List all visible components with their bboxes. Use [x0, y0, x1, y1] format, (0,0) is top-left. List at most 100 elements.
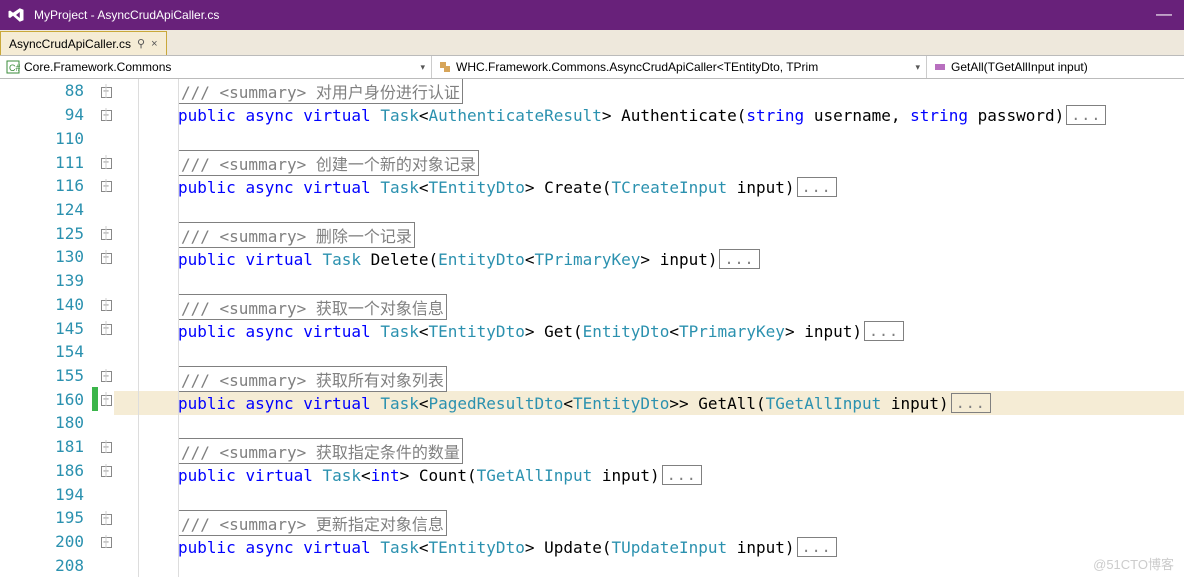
method-icon — [933, 60, 947, 74]
minimize-button[interactable]: — — [1150, 6, 1178, 24]
namespace-dropdown[interactable]: C# Core.Framework.Commons ▾ — [0, 56, 432, 78]
outline-toggle[interactable]: + — [98, 392, 114, 406]
xml-summary: /// <summary> 对用户身份进行认证 — [178, 79, 463, 104]
line-number: 140 — [0, 295, 92, 314]
outline-toggle[interactable]: + — [98, 84, 114, 98]
pin-icon[interactable]: ⚲ — [137, 37, 145, 50]
line-number: 181 — [0, 437, 92, 456]
code-line[interactable] — [114, 199, 1184, 223]
collapsed-region[interactable]: ... — [951, 393, 991, 413]
class-dropdown[interactable]: WHC.Framework.Commons.AsyncCrudApiCaller… — [432, 56, 927, 78]
code-line[interactable] — [114, 487, 1184, 511]
outline-toggle[interactable]: + — [98, 440, 114, 454]
line-number: 116 — [0, 176, 92, 195]
outline-toggle[interactable]: + — [98, 179, 114, 193]
collapsed-region[interactable]: ... — [662, 465, 702, 485]
gutter-row: 154 — [0, 340, 114, 364]
code-line[interactable]: /// <summary> 更新指定对象信息 — [114, 511, 1184, 535]
gutter-row: 125 + — [0, 221, 114, 245]
line-number: 160 — [0, 390, 92, 409]
namespace-label: Core.Framework.Commons — [24, 60, 171, 74]
navigation-bar: C# Core.Framework.Commons ▾ WHC.Framewor… — [0, 56, 1184, 79]
line-number: 110 — [0, 129, 92, 148]
member-dropdown[interactable]: GetAll(TGetAllInput input) — [927, 56, 1184, 78]
code-line[interactable]: public async virtual Task<TEntityDto> Up… — [114, 535, 1184, 559]
class-label: WHC.Framework.Commons.AsyncCrudApiCaller… — [456, 60, 818, 74]
gutter-row: 111 + — [0, 150, 114, 174]
gutter-row: 110 — [0, 126, 114, 150]
outline-toggle[interactable]: + — [98, 226, 114, 240]
line-number: 111 — [0, 153, 92, 172]
title-bar: MyProject - AsyncCrudApiCaller.cs — — [0, 0, 1184, 30]
code-line[interactable]: public virtual Task<int> Count(TGetAllIn… — [114, 463, 1184, 487]
line-number: 208 — [0, 556, 92, 575]
chevron-down-icon: ▾ — [915, 62, 920, 73]
code-line[interactable]: /// <summary> 对用户身份进行认证 — [114, 79, 1184, 103]
gutter-row: 181 + — [0, 435, 114, 459]
window-title: MyProject - AsyncCrudApiCaller.cs — [34, 8, 219, 22]
line-number: 145 — [0, 319, 92, 338]
code-line[interactable]: public virtual Task Delete(EntityDto<TPr… — [114, 247, 1184, 271]
gutter-row: 195 + — [0, 506, 114, 530]
member-label: GetAll(TGetAllInput input) — [951, 60, 1088, 74]
csharp-file-icon: C# — [6, 60, 20, 74]
gutter-row: 208 — [0, 553, 114, 577]
gutter-row: 130 + — [0, 245, 114, 269]
code-line[interactable]: /// <summary> 删除一个记录 — [114, 223, 1184, 247]
code-line[interactable]: /// <summary> 创建一个新的对象记录 — [114, 151, 1184, 175]
document-tab-strip: AsyncCrudApiCaller.cs ⚲ × — [0, 30, 1184, 56]
code-line[interactable] — [114, 271, 1184, 295]
outline-toggle[interactable]: + — [98, 535, 114, 549]
code-line[interactable]: /// <summary> 获取指定条件的数量 — [114, 439, 1184, 463]
outline-toggle[interactable]: + — [98, 155, 114, 169]
tab-label: AsyncCrudApiCaller.cs — [9, 37, 131, 51]
document-tab[interactable]: AsyncCrudApiCaller.cs ⚲ × — [0, 31, 167, 55]
collapsed-region[interactable]: ... — [797, 537, 837, 557]
code-line[interactable]: public async virtual Task<PagedResultDto… — [114, 391, 1184, 415]
line-number: 200 — [0, 532, 92, 551]
outline-toggle[interactable]: + — [98, 250, 114, 264]
gutter-row: 186 + — [0, 459, 114, 483]
line-number: 186 — [0, 461, 92, 480]
gutter-row: 139 — [0, 269, 114, 293]
code-line[interactable]: public async virtual Task<AuthenticateRe… — [114, 103, 1184, 127]
xml-summary: /// <summary> 获取指定条件的数量 — [178, 438, 463, 464]
close-icon[interactable]: × — [151, 38, 157, 50]
gutter-row: 145 + — [0, 316, 114, 340]
outline-toggle[interactable]: + — [98, 511, 114, 525]
outline-toggle[interactable]: + — [98, 298, 114, 312]
class-icon — [438, 60, 452, 74]
line-number: 125 — [0, 224, 92, 243]
code-line[interactable] — [114, 343, 1184, 367]
collapsed-region[interactable]: ... — [719, 249, 759, 269]
gutter-row: 124 — [0, 198, 114, 222]
code-editor[interactable]: 88+94+110111+116+124125+130+139140+145+1… — [0, 79, 1184, 577]
code-line[interactable]: /// <summary> 获取一个对象信息 — [114, 295, 1184, 319]
code-line[interactable]: public async virtual Task<TEntityDto> Ge… — [114, 319, 1184, 343]
line-number: 130 — [0, 247, 92, 266]
line-number: 180 — [0, 413, 92, 432]
visual-studio-logo-icon — [6, 5, 26, 25]
code-line[interactable] — [114, 559, 1184, 577]
svg-text:C#: C# — [9, 63, 20, 73]
outline-toggle[interactable]: + — [98, 369, 114, 383]
code-line[interactable]: /// <summary> 获取所有对象列表 — [114, 367, 1184, 391]
code-line[interactable]: public async virtual Task<TEntityDto> Cr… — [114, 175, 1184, 199]
line-number: 195 — [0, 508, 92, 527]
outline-toggle[interactable]: + — [98, 321, 114, 335]
collapsed-region[interactable]: ... — [797, 177, 837, 197]
code-line[interactable] — [114, 415, 1184, 439]
xml-summary: /// <summary> 获取一个对象信息 — [178, 294, 447, 320]
gutter-row: 180 — [0, 411, 114, 435]
line-number: 155 — [0, 366, 92, 385]
collapsed-region[interactable]: ... — [864, 321, 904, 341]
code-line[interactable] — [114, 127, 1184, 151]
line-number: 194 — [0, 485, 92, 504]
line-number: 154 — [0, 342, 92, 361]
outline-toggle[interactable]: + — [98, 108, 114, 122]
line-number: 124 — [0, 200, 92, 219]
gutter-row: 155 + — [0, 364, 114, 388]
outline-toggle[interactable]: + — [98, 464, 114, 478]
gutter-row: 88+ — [0, 79, 114, 103]
collapsed-region[interactable]: ... — [1066, 105, 1106, 125]
